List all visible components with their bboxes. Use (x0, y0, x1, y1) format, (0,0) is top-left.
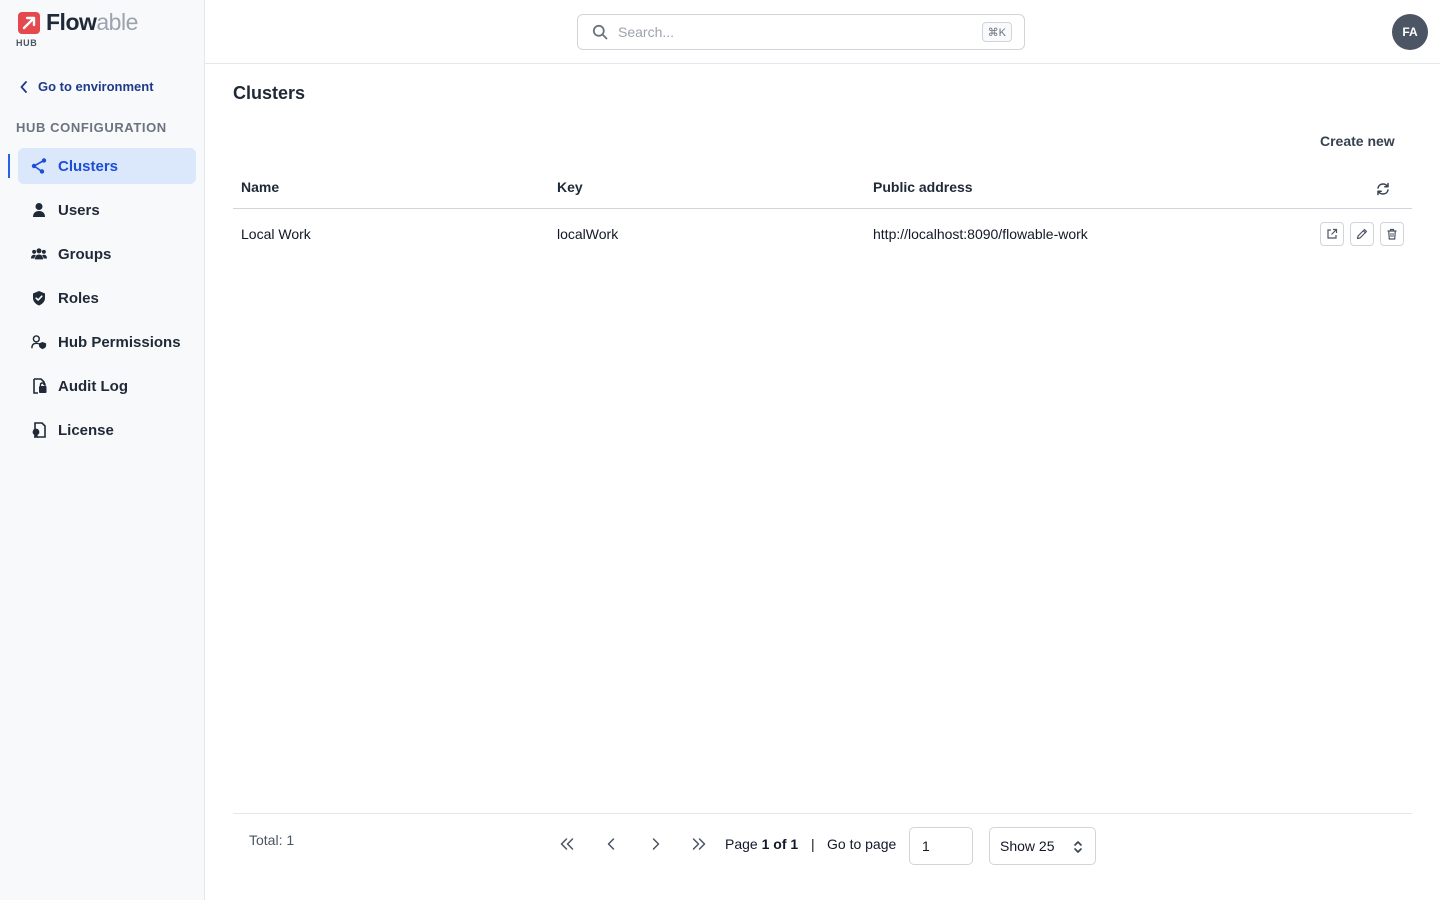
groups-icon (31, 246, 47, 262)
sidebar-nav: Clusters Users Groups Roles Hub Permissi… (18, 148, 196, 456)
first-page-button[interactable] (557, 835, 577, 853)
sidebar-item-label: Users (58, 201, 100, 219)
sidebar-item-label: Audit Log (58, 377, 128, 395)
page-size-label: Show 25 (1000, 838, 1055, 854)
go-to-page-label: Go to page (827, 836, 897, 852)
user-icon (31, 202, 47, 218)
open-external-button[interactable] (1320, 222, 1344, 246)
cell-name: Local Work (241, 226, 311, 242)
sidebar-item-users[interactable]: Users (18, 192, 196, 228)
shield-icon (31, 290, 47, 306)
column-header-name[interactable]: Name (241, 179, 279, 195)
chevrons-left-icon (560, 838, 574, 850)
chevrons-right-icon (692, 838, 706, 850)
logo-text-bold: Flow (46, 9, 97, 35)
sidebar-item-label: License (58, 421, 114, 439)
page-indicator-prefix: Page (725, 836, 762, 852)
total-count: Total: 1 (249, 832, 295, 848)
user-avatar[interactable]: FA (1392, 14, 1428, 50)
sidebar-item-license[interactable]: License (18, 412, 196, 448)
sidebar-item-label: Hub Permissions (58, 333, 181, 351)
sidebar-item-label: Clusters (58, 157, 119, 175)
table-footer: Total: 1 Page 1 of 1 | Go to page Show 2… (233, 813, 1412, 883)
audit-log-icon (31, 378, 47, 394)
external-link-icon (1327, 228, 1338, 239)
license-icon (31, 422, 47, 438)
cluster-icon (31, 158, 47, 174)
go-to-environment-link[interactable]: Go to environment (20, 79, 154, 94)
sidebar-item-audit-log[interactable]: Audit Log (18, 368, 196, 404)
row-actions (1320, 222, 1404, 246)
chevron-left-icon (20, 80, 27, 93)
sidebar-item-label: Roles (58, 289, 99, 307)
create-new-button[interactable]: Create new (1320, 133, 1395, 149)
active-nav-indicator (8, 154, 10, 178)
table-header: Name Key Public address (233, 166, 1412, 209)
flowable-logo-icon (18, 12, 40, 34)
previous-page-button[interactable] (601, 835, 621, 853)
sidebar-section-title: HUB CONFIGURATION (16, 120, 167, 135)
refresh-icon[interactable] (1376, 182, 1390, 196)
chevron-right-icon (652, 838, 660, 850)
clusters-table: Name Key Public address Local Work local… (233, 166, 1412, 257)
page-title: Clusters (233, 83, 306, 103)
go-to-environment-label: Go to environment (38, 79, 154, 94)
delete-button[interactable] (1380, 222, 1404, 246)
logo-text: Flowable (46, 9, 138, 36)
top-bar: ⌘K FA (205, 0, 1440, 64)
last-page-button[interactable] (689, 835, 709, 853)
edit-button[interactable] (1350, 222, 1374, 246)
sidebar-item-roles[interactable]: Roles (18, 280, 196, 316)
chevron-up-down-icon (1074, 841, 1082, 853)
page-indicator: Page 1 of 1 (725, 836, 798, 852)
table-row[interactable]: Local Work localWork http://localhost:80… (233, 209, 1412, 257)
flowable-logo[interactable]: Flowable HUB (16, 9, 166, 50)
next-page-button[interactable] (646, 835, 666, 853)
pagination-separator: | (811, 836, 815, 852)
page-size-select[interactable]: Show 25 (989, 827, 1096, 865)
sidebar-item-hub-permissions[interactable]: Hub Permissions (18, 324, 196, 360)
page-indicator-value: 1 of 1 (761, 836, 799, 852)
cell-key: localWork (557, 226, 619, 242)
go-to-page-input[interactable] (909, 827, 973, 865)
search-icon (592, 24, 608, 40)
sidebar: Flowable HUB Go to environment HUB CONFI… (0, 0, 205, 900)
sidebar-item-label: Groups (58, 245, 112, 263)
sidebar-item-clusters[interactable]: Clusters (18, 148, 196, 184)
search-box[interactable]: ⌘K (577, 14, 1025, 50)
search-input[interactable] (618, 24, 1024, 40)
column-header-key[interactable]: Key (557, 179, 583, 195)
sidebar-item-groups[interactable]: Groups (18, 236, 196, 272)
cell-public-address: http://localhost:8090/flowable-work (873, 226, 1088, 242)
user-permission-icon (31, 334, 47, 350)
search-shortcut-badge: ⌘K (981, 22, 1012, 42)
trash-icon (1387, 228, 1397, 240)
logo-text-light: able (96, 9, 138, 35)
chevron-left-icon (607, 838, 615, 850)
logo-subtitle: HUB (16, 38, 38, 48)
pencil-icon (1356, 228, 1368, 240)
column-header-public-address[interactable]: Public address (873, 179, 973, 195)
